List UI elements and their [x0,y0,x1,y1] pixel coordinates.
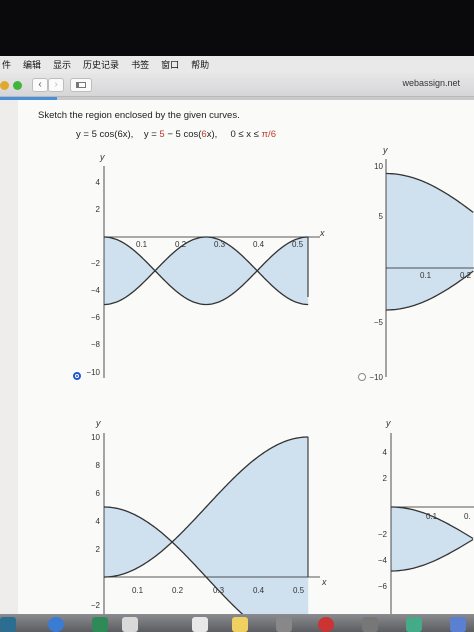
graph-d-xtick-1: 0.1 [426,512,438,521]
question-prompt: Sketch the region enclosed by the given … [38,110,240,121]
graph-d-ytick-5: −6 [378,582,388,591]
graph-b-xtick-1: 0.1 [420,271,432,280]
dock-settings-icon[interactable] [362,617,378,632]
graph-b-ytick-3: −5 [374,318,384,327]
eq-red-3: π/6 [261,129,276,140]
graph-c-xtick-1: 0.1 [132,586,144,595]
dock-stickies-icon[interactable] [232,617,248,632]
dock-notes-icon[interactable] [122,617,138,632]
minimize-window-button[interactable] [0,81,9,90]
graph-d-xtick-2: 0. [464,512,471,521]
graph-c-ytick-1: 10 [91,433,100,442]
graph-d-y-label: y [385,418,391,428]
graph-c-xtick-4: 0.4 [253,586,265,595]
sidebar-toggle-button[interactable] [70,78,92,92]
graph-a-ytick-2: 2 [96,205,101,214]
menu-item-edit[interactable]: 编辑 [23,58,41,71]
graph-b-ytick-1: 10 [374,162,383,171]
graph-b-ytick-4: −10 [369,373,383,382]
graph-a-x-label: x [319,228,325,238]
graph-a-xtick-4: 0.4 [253,240,265,249]
graph-c-y-label: y [95,418,101,428]
graph-a-xtick-2: 0.2 [175,240,187,249]
graph-c-ytick-6: −2 [91,601,101,610]
graph-b-region [386,173,474,310]
menu-item-window[interactable]: 窗口 [161,58,179,71]
graph-a-ytick-3: −2 [91,259,101,268]
graph-c-xtick-3: 0.3 [213,586,225,595]
zoom-window-button[interactable] [13,81,22,90]
graph-b-ytick-2: 5 [379,212,384,221]
graph-c-ytick-3: 6 [96,489,101,498]
menu-item-history[interactable]: 历史记录 [83,58,119,71]
dock-appstore-icon[interactable] [450,617,466,632]
back-button[interactable]: ‹ [32,78,48,92]
graph-c-ytick-2: 8 [96,461,101,470]
dock [0,614,474,632]
dock-safari-icon[interactable] [48,617,64,632]
dock-calendar-icon[interactable] [192,617,208,632]
graph-a-ytick-4: −4 [91,286,101,295]
graph-d-ytick-1: 4 [383,448,388,457]
dock-maps-icon[interactable] [92,617,108,632]
graph-a-ytick-1: 4 [96,178,101,187]
option-b-radio[interactable] [358,373,366,381]
menu-item-help[interactable]: 帮助 [191,58,209,71]
graph-d-ytick-3: −2 [378,530,388,539]
graph-a-xtick-5: 0.5 [292,240,304,249]
graph-a-xtick-3: 0.3 [214,240,226,249]
graph-c-xtick-5: 0.5 [293,586,305,595]
graph-b-y-label: y [382,145,388,155]
graph-a-xtick-1: 0.1 [136,240,148,249]
graph-c: y x 0.1 0.2 0.3 0.4 0.5 10 8 6 4 2 −2 [91,418,327,614]
menu-item-file[interactable]: 件 [2,58,11,71]
graph-a-region [104,237,309,305]
graph-c-ytick-4: 4 [96,517,101,526]
graph-a-y-label: y [99,152,105,162]
graph-c-ytick-5: 2 [96,545,101,554]
graph-a-ytick-6: −8 [91,340,101,349]
graph-c-x-label: x [321,577,327,587]
address-bar[interactable]: webassign.net [402,78,460,88]
question-equation: y = 5 cos(6x), y = 5 − 5 cos(6x), 0 ≤ x … [76,129,276,140]
forward-button[interactable]: › [48,78,64,92]
graph-b-xtick-2: 0.2 [460,271,472,280]
dock-music-icon[interactable] [318,617,334,632]
eq-left: y = 5 cos(6x), y = [76,129,160,140]
graph-d-ytick-4: −4 [378,556,388,565]
graph-a: y x 0.1 0.2 0.3 0.4 0.5 4 2 −2 −4 −6 −8 … [86,152,325,378]
menu-bar: 件 编辑 显示 历史记录 书签 窗口 帮助 [0,56,474,73]
eq-right: x), 0 ≤ x ≤ [206,129,262,140]
dock-app-icon[interactable] [0,617,16,632]
graph-d-ytick-2: 2 [383,474,388,483]
graph-a-ytick-5: −6 [91,313,101,322]
graph-a-ytick-7: −10 [86,368,100,377]
graph-c-xtick-2: 0.2 [172,586,184,595]
browser-toolbar: ‹ › webassign.net [0,73,474,97]
dock-messages-icon[interactable] [406,617,422,632]
sidebar-icon [76,82,86,88]
graph-d: y 0.1 0. 4 2 −2 −4 −6 [378,418,474,614]
eq-mid: − 5 cos( [164,129,202,140]
menu-item-view[interactable]: 显示 [53,58,71,71]
dock-photos-icon[interactable] [276,617,292,632]
option-a-radio[interactable] [73,372,81,380]
graph-b: y 0.1 0.2 10 5 −5 −10 [369,145,474,382]
menu-item-bookmarks[interactable]: 书签 [131,58,149,71]
